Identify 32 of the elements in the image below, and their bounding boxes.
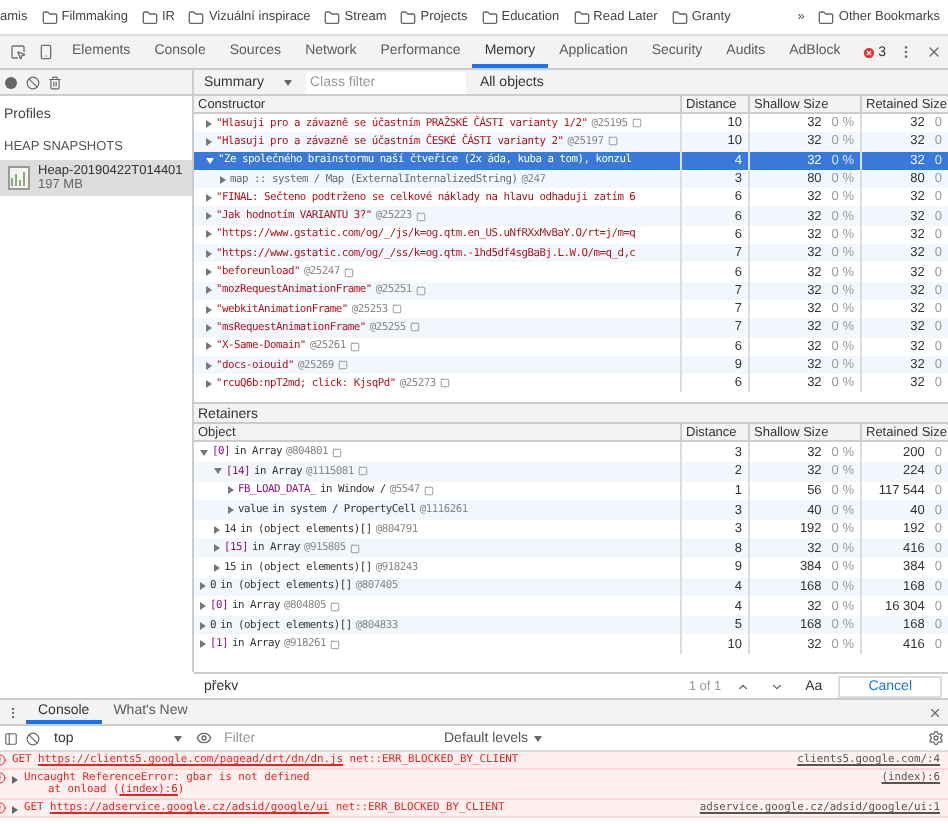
expand-arrow-icon[interactable] [206,286,212,295]
expand-arrow-icon[interactable] [214,563,220,572]
expand-arrow-icon[interactable] [12,776,18,784]
settings-icon[interactable] [928,730,944,746]
expand-arrow-icon[interactable] [12,806,18,814]
dropdown-arrow-icon [283,79,292,85]
collapse-arrow-icon[interactable] [214,468,222,475]
expand-arrow-icon[interactable] [206,230,212,239]
expand-arrow-icon[interactable] [228,506,234,515]
expand-arrow-icon[interactable] [200,640,206,649]
clear-icon[interactable] [26,75,40,89]
expand-arrow-icon[interactable] [206,379,212,388]
expand-arrow-icon[interactable] [206,323,212,332]
expand-arrow-icon[interactable] [228,486,234,495]
expand-arrow-icon[interactable] [206,137,212,146]
sidebar-icon[interactable] [4,731,18,745]
snapshot-icon [8,166,30,191]
expand-arrow-icon[interactable] [200,602,206,610]
clear-icon[interactable] [26,731,40,745]
expand-arrow-icon[interactable] [206,342,212,351]
expand-arrow-icon[interactable] [206,212,212,221]
expand-arrow-icon[interactable] [200,582,206,591]
dropdown-arrow-icon [534,735,543,741]
expand-arrow-icon[interactable] [214,544,220,553]
record-icon[interactable] [4,75,18,89]
expand-arrow-icon[interactable] [206,268,212,277]
trash-icon[interactable] [48,75,62,89]
dropdown-arrow-icon [174,735,182,741]
folder-icon [818,9,835,25]
eye-icon[interactable] [196,730,212,746]
error-icon [862,45,877,59]
collapse-arrow-icon[interactable] [200,449,208,456]
